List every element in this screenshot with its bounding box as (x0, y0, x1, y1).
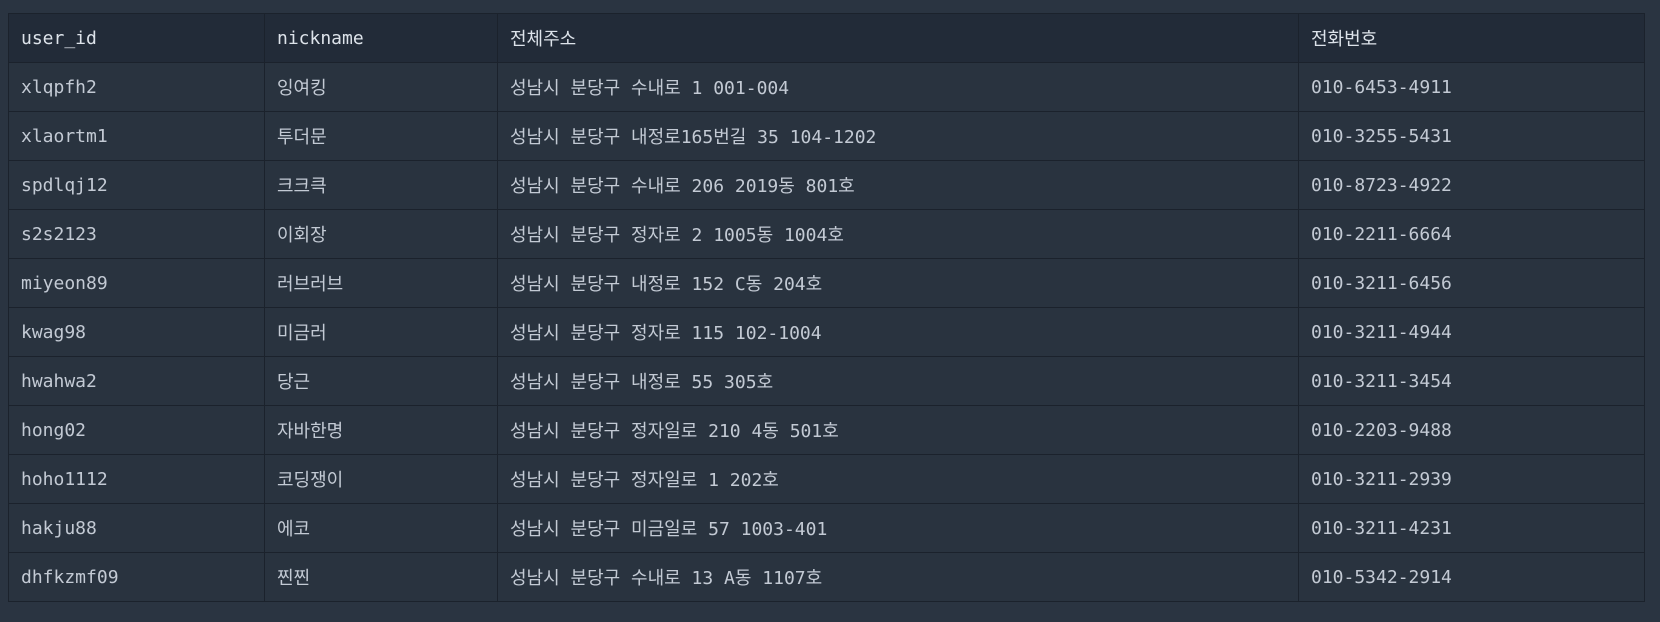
cell-nickname[interactable]: 러브러브 (264, 258, 498, 308)
table-row[interactable]: hong02 자바한명 성남시 분당구 정자일로 210 4동 501호 010… (8, 405, 1645, 455)
result-table: user_id nickname 전체주소 전화번호 xlqpfh2 잉여킹 성… (8, 13, 1645, 602)
cell-address[interactable]: 성남시 분당구 정자일로 1 202호 (497, 454, 1299, 504)
cell-user-id[interactable]: s2s2123 (8, 209, 265, 259)
table-row[interactable]: xlaortm1 투더문 성남시 분당구 내정로165번길 35 104-120… (8, 111, 1645, 161)
cell-user-id[interactable]: dhfkzmf09 (8, 552, 265, 602)
cell-user-id[interactable]: kwag98 (8, 307, 265, 357)
table-row[interactable]: hwahwa2 당근 성남시 분당구 내정로 55 305호 010-3211-… (8, 356, 1645, 406)
cell-nickname[interactable]: 투더문 (264, 111, 498, 161)
table-body: xlqpfh2 잉여킹 성남시 분당구 수내로 1 001-004 010-64… (8, 62, 1645, 602)
column-header-nickname[interactable]: nickname (264, 13, 498, 63)
cell-user-id[interactable]: xlqpfh2 (8, 62, 265, 112)
cell-phone[interactable]: 010-3255-5431 (1298, 111, 1645, 161)
cell-user-id[interactable]: miyeon89 (8, 258, 265, 308)
cell-nickname[interactable]: 잉여킹 (264, 62, 498, 112)
cell-phone[interactable]: 010-3211-3454 (1298, 356, 1645, 406)
cell-nickname[interactable]: 자바한명 (264, 405, 498, 455)
cell-address[interactable]: 성남시 분당구 수내로 13 A동 1107호 (497, 552, 1299, 602)
cell-phone[interactable]: 010-3211-4944 (1298, 307, 1645, 357)
cell-nickname[interactable]: 크크큭 (264, 160, 498, 210)
cell-address[interactable]: 성남시 분당구 내정로165번길 35 104-1202 (497, 111, 1299, 161)
cell-nickname[interactable]: 이회장 (264, 209, 498, 259)
cell-nickname[interactable]: 코딩쟁이 (264, 454, 498, 504)
table-row[interactable]: spdlqj12 크크큭 성남시 분당구 수내로 206 2019동 801호 … (8, 160, 1645, 210)
cell-phone[interactable]: 010-5342-2914 (1298, 552, 1645, 602)
cell-phone[interactable]: 010-3211-6456 (1298, 258, 1645, 308)
cell-nickname[interactable]: 당근 (264, 356, 498, 406)
cell-user-id[interactable]: hwahwa2 (8, 356, 265, 406)
table-row[interactable]: hoho1112 코딩쟁이 성남시 분당구 정자일로 1 202호 010-32… (8, 454, 1645, 504)
result-table-container: user_id nickname 전체주소 전화번호 xlqpfh2 잉여킹 성… (8, 13, 1645, 602)
cell-phone[interactable]: 010-3211-2939 (1298, 454, 1645, 504)
column-header-full-address[interactable]: 전체주소 (497, 13, 1299, 63)
cell-user-id[interactable]: xlaortm1 (8, 111, 265, 161)
table-row[interactable]: hakju88 에코 성남시 분당구 미금일로 57 1003-401 010-… (8, 503, 1645, 553)
table-header: user_id nickname 전체주소 전화번호 (8, 13, 1645, 63)
table-row[interactable]: s2s2123 이회장 성남시 분당구 정자로 2 1005동 1004호 01… (8, 209, 1645, 259)
cell-address[interactable]: 성남시 분당구 내정로 152 C동 204호 (497, 258, 1299, 308)
table-row[interactable]: kwag98 미금러 성남시 분당구 정자로 115 102-1004 010-… (8, 307, 1645, 357)
cell-address[interactable]: 성남시 분당구 내정로 55 305호 (497, 356, 1299, 406)
cell-address[interactable]: 성남시 분당구 정자로 2 1005동 1004호 (497, 209, 1299, 259)
cell-nickname[interactable]: 찐찐 (264, 552, 498, 602)
cell-nickname[interactable]: 에코 (264, 503, 498, 553)
cell-phone[interactable]: 010-3211-4231 (1298, 503, 1645, 553)
cell-user-id[interactable]: hakju88 (8, 503, 265, 553)
cell-address[interactable]: 성남시 분당구 정자로 115 102-1004 (497, 307, 1299, 357)
cell-address[interactable]: 성남시 분당구 수내로 206 2019동 801호 (497, 160, 1299, 210)
header-row: user_id nickname 전체주소 전화번호 (8, 13, 1645, 63)
table-row[interactable]: dhfkzmf09 찐찐 성남시 분당구 수내로 13 A동 1107호 010… (8, 552, 1645, 602)
cell-address[interactable]: 성남시 분당구 미금일로 57 1003-401 (497, 503, 1299, 553)
cell-nickname[interactable]: 미금러 (264, 307, 498, 357)
cell-phone[interactable]: 010-8723-4922 (1298, 160, 1645, 210)
cell-user-id[interactable]: spdlqj12 (8, 160, 265, 210)
column-header-phone[interactable]: 전화번호 (1298, 13, 1645, 63)
cell-address[interactable]: 성남시 분당구 정자일로 210 4동 501호 (497, 405, 1299, 455)
cell-phone[interactable]: 010-6453-4911 (1298, 62, 1645, 112)
table-row[interactable]: miyeon89 러브러브 성남시 분당구 내정로 152 C동 204호 01… (8, 258, 1645, 308)
cell-phone[interactable]: 010-2211-6664 (1298, 209, 1645, 259)
cell-user-id[interactable]: hong02 (8, 405, 265, 455)
cell-user-id[interactable]: hoho1112 (8, 454, 265, 504)
cell-phone[interactable]: 010-2203-9488 (1298, 405, 1645, 455)
table-row[interactable]: xlqpfh2 잉여킹 성남시 분당구 수내로 1 001-004 010-64… (8, 62, 1645, 112)
column-header-user-id[interactable]: user_id (8, 13, 265, 63)
cell-address[interactable]: 성남시 분당구 수내로 1 001-004 (497, 62, 1299, 112)
